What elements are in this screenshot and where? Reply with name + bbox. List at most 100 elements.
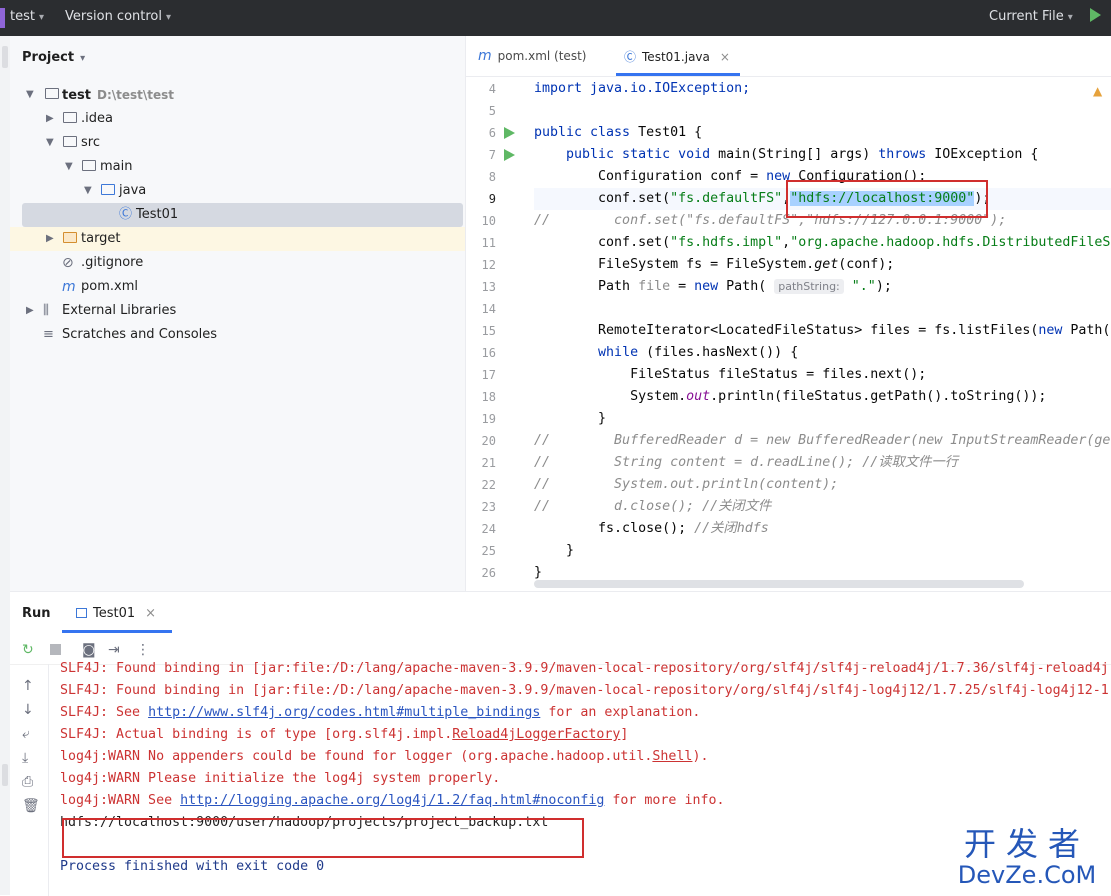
run-config-label: Current File xyxy=(989,9,1064,24)
soft-wrap-icon[interactable]: ⤶ xyxy=(22,726,30,742)
code-comment: // BufferedReader d = new BufferedReader… xyxy=(534,433,1111,448)
library-icon: ⫼ xyxy=(43,303,49,318)
java-class-icon: Ⓒ xyxy=(624,50,637,64)
line-number: 5 xyxy=(488,104,496,118)
watermark-cn: 开发者 xyxy=(963,825,1090,863)
close-icon[interactable]: × xyxy=(720,50,730,64)
code-text: } xyxy=(534,543,575,558)
folder-icon xyxy=(45,88,59,99)
camera-icon[interactable]: ◙ xyxy=(82,642,96,658)
run-panel-title: Run xyxy=(22,606,51,621)
code-text: .println(fileStatus.getPath().toString()… xyxy=(710,389,1047,404)
tree-item-test01[interactable]: Ⓒ Test01 xyxy=(22,203,463,227)
code-text: } xyxy=(534,411,607,426)
code-text: System. xyxy=(534,389,687,404)
console-class-ref[interactable]: Shell xyxy=(652,749,692,764)
code-line: FileSystem fs = FileSystem.get(conf); xyxy=(534,254,1111,276)
code-text: Path( xyxy=(1070,323,1111,338)
run-class-icon[interactable] xyxy=(504,127,515,139)
warning-icon[interactable]: ▲ xyxy=(1093,84,1102,98)
tab-test01-java[interactable]: Ⓒ Test01.java × xyxy=(624,48,730,65)
more-icon[interactable]: ⋮ xyxy=(136,642,150,658)
tree-item-src[interactable]: ▼ src xyxy=(10,131,465,155)
tree-item-scratches[interactable]: ≡ Scratches and Consoles xyxy=(10,323,465,347)
console-line: SLF4J: See http://www.slf4j.org/codes.ht… xyxy=(60,702,1111,724)
tree-item-label: pom.xml xyxy=(81,279,138,294)
watermark-en: DevZe.CoM xyxy=(957,861,1097,889)
chevron-down-icon: ▾ xyxy=(1067,12,1073,23)
chevron-down-icon[interactable]: ▼ xyxy=(26,83,34,107)
code-editor: m pom.xml (test) Ⓒ Test01.java × 4 5 6 7 8 … xyxy=(466,36,1111,591)
tree-item-idea[interactable]: ▶ .idea xyxy=(10,107,465,131)
chevron-right-icon[interactable]: ▶ xyxy=(46,107,54,131)
console-class-ref[interactable]: Reload4jLoggerFactory xyxy=(452,727,620,742)
root-path: D:\test\test xyxy=(96,88,175,102)
run-icon[interactable] xyxy=(1090,8,1101,22)
tree-item-label: .gitignore xyxy=(81,255,144,270)
code-keyword: throws xyxy=(878,147,935,162)
chevron-down-icon[interactable]: ▼ xyxy=(65,155,73,179)
code-text: conf.set( xyxy=(534,235,671,250)
tree-item-java[interactable]: ▼ java xyxy=(10,179,465,203)
chevron-right-icon[interactable]: ▶ xyxy=(46,227,54,251)
console-link[interactable]: http://www.slf4j.org/codes.html#multiple… xyxy=(148,705,540,720)
code-line: public static void main(String[] args) t… xyxy=(534,144,1111,166)
arrow-up-icon[interactable]: ↑ xyxy=(22,678,34,694)
version-control-menu[interactable]: Version control ▾ xyxy=(65,9,171,24)
run-tab-test01[interactable]: Test01 × xyxy=(76,606,156,621)
stop-icon[interactable] xyxy=(50,642,61,658)
console-text: SLF4J: See xyxy=(60,705,149,720)
tree-item-label: java xyxy=(119,183,147,198)
code-keyword: public class xyxy=(534,125,639,140)
tree-item-label: test D:\test\test xyxy=(62,83,174,108)
trash-icon[interactable]: 🗑 xyxy=(22,798,40,814)
line-number: 8 xyxy=(488,170,496,184)
tree-item-gitignore[interactable]: ⊘ .gitignore xyxy=(10,251,465,275)
code-static-field: out xyxy=(686,389,711,404)
tree-item-root[interactable]: ▼ test D:\test\test xyxy=(10,83,465,107)
line-number: 10 xyxy=(481,214,496,228)
code-text: import java.io.IOException; xyxy=(534,81,751,96)
project-panel-title[interactable]: Project ▾ xyxy=(22,50,85,65)
tree-item-external-libraries[interactable]: ▶ ⫼ External Libraries xyxy=(10,299,465,323)
tree-item-main[interactable]: ▼ main xyxy=(10,155,465,179)
line-number: 12 xyxy=(481,258,496,272)
run-main-icon[interactable] xyxy=(504,149,515,161)
unused-variable: file xyxy=(638,279,671,294)
code-line: // BufferedReader d = new BufferedReader… xyxy=(534,430,1111,452)
run-config-icon xyxy=(76,608,87,618)
code-string: "." xyxy=(851,279,876,294)
code-line: conf.set("fs.hdfs.impl","org.apache.hado… xyxy=(534,232,1111,254)
print-icon[interactable]: ⎙ xyxy=(22,774,33,790)
title-bar: test ▾ Version control ▾ Current File ▾ xyxy=(0,0,1111,36)
chevron-right-icon[interactable]: ▶ xyxy=(26,299,34,323)
run-tab-label: Test01 xyxy=(93,606,136,621)
code-line: while (files.hasNext()) { xyxy=(534,342,1111,364)
tool-window-marker[interactable] xyxy=(2,46,8,68)
close-icon[interactable]: × xyxy=(145,606,156,621)
horizontal-scrollbar[interactable] xyxy=(534,580,1024,588)
tool-window-marker[interactable] xyxy=(2,764,8,786)
project-name: test xyxy=(10,9,35,24)
vcs-label: Version control xyxy=(65,9,162,24)
code-text: FileStatus fileStatus = files.next(); xyxy=(534,367,927,382)
editor-tabs: m pom.xml (test) Ⓒ Test01.java × xyxy=(466,36,1111,77)
arrow-down-icon[interactable]: ↓ xyxy=(22,702,34,718)
code-text: } xyxy=(534,565,543,580)
tab-pom-xml[interactable]: m pom.xml (test) xyxy=(478,48,586,64)
chevron-down-icon[interactable]: ▼ xyxy=(46,131,54,155)
scroll-to-end-icon[interactable]: ⤓ xyxy=(22,750,28,766)
rerun-icon[interactable]: ↻ xyxy=(22,642,34,658)
source-folder-icon xyxy=(101,184,115,195)
tree-item-pom[interactable]: m pom.xml xyxy=(10,275,465,299)
exit-icon[interactable]: ⇥ xyxy=(108,642,120,658)
run-configuration-select[interactable]: Current File ▾ xyxy=(989,9,1073,24)
project-switcher[interactable]: test ▾ xyxy=(10,9,44,24)
chevron-down-icon[interactable]: ▼ xyxy=(84,179,92,203)
line-number: 11 xyxy=(481,236,496,250)
console-link[interactable]: http://logging.apache.org/log4j/1.2/faq.… xyxy=(180,793,604,808)
code-keyword: while xyxy=(598,345,647,360)
code-text: fs.close(); xyxy=(534,521,695,536)
tree-item-target[interactable]: ▶ target xyxy=(10,227,465,251)
line-number: 18 xyxy=(481,390,496,404)
